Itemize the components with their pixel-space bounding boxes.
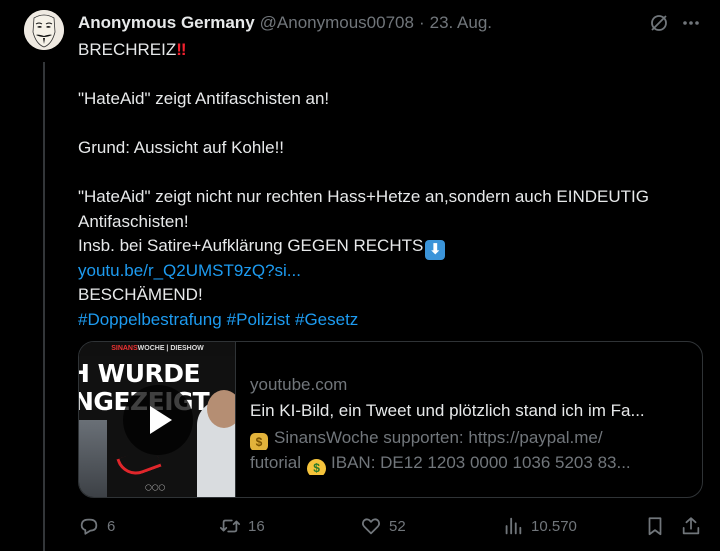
grok-icon[interactable]	[648, 12, 670, 34]
like-count: 52	[389, 517, 406, 535]
hashtag-gesetz[interactable]: #Gesetz	[295, 310, 358, 329]
video-thumbnail[interactable]: SINANSWOCHE | DIESHOW H WURDE NGEZEIGT ◯…	[79, 342, 236, 497]
display-name[interactable]: Anonymous Germany	[78, 13, 255, 33]
like-icon	[361, 518, 381, 535]
reply-count: 6	[107, 517, 116, 535]
thread-line	[43, 62, 45, 551]
share-button[interactable]	[680, 514, 702, 538]
share-icon	[682, 517, 700, 535]
text-line: "HateAid" zeigt nicht nur rechten Hass+H…	[78, 187, 649, 206]
avatar[interactable]	[24, 10, 64, 50]
card-domain: youtube.com	[250, 375, 348, 394]
action-bar: 6 16 52 10.570	[78, 514, 708, 538]
repost-button[interactable]: 16	[219, 514, 265, 538]
money-face-emoji: $	[307, 459, 327, 475]
tweet-date[interactable]: 23. Aug.	[430, 13, 492, 33]
text-line: BESCHÄMEND!	[78, 285, 203, 304]
like-button[interactable]: 52	[360, 514, 406, 538]
repost-icon	[219, 519, 241, 533]
views-button[interactable]: 10.570	[502, 514, 577, 538]
text-line: "HateAid" zeigt Antifaschisten an!	[78, 89, 330, 108]
thumbnail-channel-banner: SINANSWOCHE | DIESHOW	[79, 342, 235, 356]
reply-icon	[80, 518, 98, 535]
down-arrow-emoji: ⬇	[425, 240, 446, 260]
text-line: BRECHREIZ	[78, 40, 177, 59]
hashtag-doppelbestrafung[interactable]: #Doppelbestrafung	[78, 310, 222, 329]
views-icon	[505, 517, 522, 535]
youtube-link[interactable]: youtu.be/r_Q2UMST9zQ?si...	[78, 261, 301, 280]
bookmark-icon	[648, 517, 662, 536]
card-description-line: $ SinansWoche supporten: https://paypal.m…	[250, 425, 702, 450]
separator: ·	[418, 13, 425, 32]
thumbnail-blurred-image	[79, 420, 107, 497]
reply-button[interactable]: 6	[78, 514, 115, 538]
double-exclamation-emoji: ‼	[176, 40, 186, 59]
moneybag-emoji: $	[250, 433, 268, 450]
card-title: Ein KI-Bild, ein Tweet und plötzlich sta…	[250, 401, 645, 420]
text-line: Grund: Aussicht auf Kohle!!	[78, 138, 285, 157]
card-text[interactable]: youtube.com Ein KI-Bild, ein Tweet und p…	[236, 342, 702, 497]
bookmark-button[interactable]	[644, 514, 666, 538]
thumbnail-logo: ◯◯◯	[145, 485, 166, 491]
thumbnail-face	[207, 390, 235, 428]
guy-fawkes-mask-icon	[24, 10, 64, 50]
card-description-line: futorial $ IBAN: DE12 1203 0000 1036 5203 …	[250, 450, 702, 475]
views-count: 10.570	[531, 517, 577, 535]
hashtag-polizist[interactable]: #Polizist	[227, 310, 290, 329]
text-line: Antifaschisten!	[78, 211, 189, 231]
more-icon[interactable]	[680, 12, 702, 34]
repost-count: 16	[248, 517, 265, 535]
user-handle[interactable]: @Anonymous00708	[260, 13, 414, 33]
link-preview-card[interactable]: SINANSWOCHE | DIESHOW H WURDE NGEZEIGT ◯…	[78, 341, 703, 498]
text-line: Insb. bei Satire+Aufklärung GEGEN RECHTS	[78, 236, 424, 255]
tweet-header: Anonymous Germany @Anonymous00708 · 23. …	[78, 12, 492, 34]
play-icon[interactable]	[123, 385, 193, 455]
tweet-text: BRECHREIZ‼ "HateAid" zeigt Antifaschiste…	[78, 38, 708, 332]
